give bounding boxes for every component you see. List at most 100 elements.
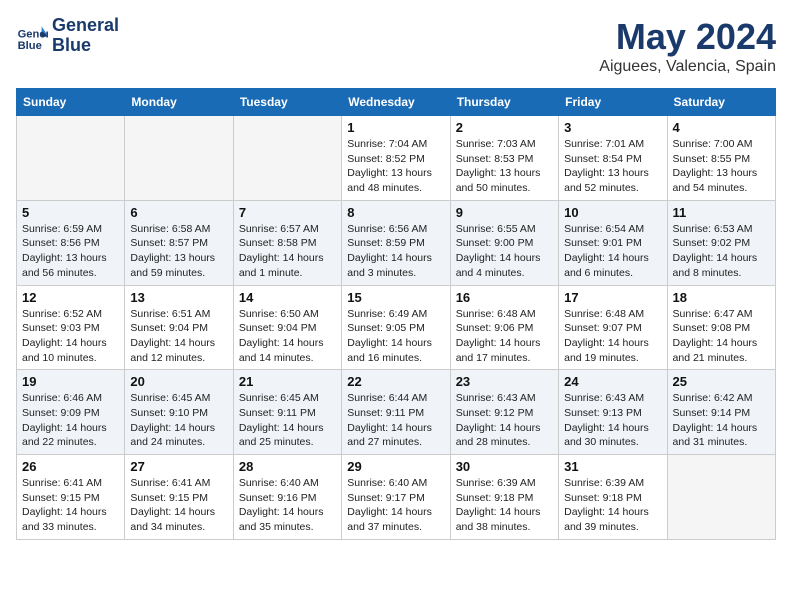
day-number: 19 [22,374,119,389]
day-info: Sunrise: 6:45 AMSunset: 9:11 PMDaylight:… [239,391,336,450]
table-row: 15 Sunrise: 6:49 AMSunset: 9:05 PMDayligh… [342,285,450,370]
day-number: 6 [130,205,227,220]
logo: General Blue General Blue [16,16,119,56]
calendar-header-row: Sunday Monday Tuesday Wednesday Thursday… [17,89,776,116]
svg-text:Blue: Blue [18,40,42,52]
title-block: May 2024 Aiguees, Valencia, Spain [599,16,776,76]
table-row: 5 Sunrise: 6:59 AMSunset: 8:56 PMDaylight… [17,200,125,285]
day-info: Sunrise: 6:43 AMSunset: 9:13 PMDaylight:… [564,391,661,450]
table-row [17,116,125,201]
col-friday: Friday [559,89,667,116]
calendar-week-row: 12 Sunrise: 6:52 AMSunset: 9:03 PMDayligh… [17,285,776,370]
day-info: Sunrise: 6:42 AMSunset: 9:14 PMDaylight:… [673,391,770,450]
day-number: 24 [564,374,661,389]
table-row: 24 Sunrise: 6:43 AMSunset: 9:13 PMDayligh… [559,370,667,455]
day-info: Sunrise: 6:56 AMSunset: 8:59 PMDaylight:… [347,222,444,281]
table-row: 21 Sunrise: 6:45 AMSunset: 9:11 PMDayligh… [233,370,341,455]
day-number: 5 [22,205,119,220]
day-number: 21 [239,374,336,389]
table-row: 19 Sunrise: 6:46 AMSunset: 9:09 PMDayligh… [17,370,125,455]
day-info: Sunrise: 7:00 AMSunset: 8:55 PMDaylight:… [673,137,770,196]
day-info: Sunrise: 6:57 AMSunset: 8:58 PMDaylight:… [239,222,336,281]
col-wednesday: Wednesday [342,89,450,116]
day-info: Sunrise: 6:48 AMSunset: 9:07 PMDaylight:… [564,307,661,366]
table-row: 11 Sunrise: 6:53 AMSunset: 9:02 PMDayligh… [667,200,775,285]
logo-text: General Blue [52,16,119,56]
table-row: 23 Sunrise: 6:43 AMSunset: 9:12 PMDayligh… [450,370,558,455]
day-info: Sunrise: 6:44 AMSunset: 9:11 PMDaylight:… [347,391,444,450]
table-row: 26Sunrise: 6:41 AMSunset: 9:15 PMDayligh… [17,455,125,540]
day-info: Sunrise: 6:49 AMSunset: 9:05 PMDaylight:… [347,307,444,366]
table-row: 31 Sunrise: 6:39 AMSunset: 9:18 PMDayligh… [559,455,667,540]
day-number: 25 [673,374,770,389]
day-number: 29 [347,459,444,474]
day-number: 27 [130,459,227,474]
day-info: Sunrise: 6:46 AMSunset: 9:09 PMDaylight:… [22,391,119,450]
table-row: 25 Sunrise: 6:42 AMSunset: 9:14 PMDayligh… [667,370,775,455]
col-saturday: Saturday [667,89,775,116]
table-row: 18 Sunrise: 6:47 AMSunset: 9:08 PMDayligh… [667,285,775,370]
day-number: 4 [673,120,770,135]
day-number: 9 [456,205,553,220]
day-number: 22 [347,374,444,389]
table-row: 10 Sunrise: 6:54 AMSunset: 9:01 PMDayligh… [559,200,667,285]
table-row: 4 Sunrise: 7:00 AMSunset: 8:55 PMDaylight… [667,116,775,201]
day-info: Sunrise: 6:43 AMSunset: 9:12 PMDaylight:… [456,391,553,450]
col-thursday: Thursday [450,89,558,116]
table-row [125,116,233,201]
calendar-week-row: 26 Sunrise: 6:41 AMSunset: 9:15 PMDayligh… [17,455,776,540]
day-info: Sunrise: 6:41 AMSunset: 9:15 PMDaylight:… [130,476,227,535]
table-row: 22 Sunrise: 6:44 AMSunset: 9:11 PMDayligh… [342,370,450,455]
calendar-week-row: 19 Sunrise: 6:46 AMSunset: 9:09 PMDayligh… [17,370,776,455]
day-info: Sunrise: 6:52 AMSunset: 9:03 PMDaylight:… [22,307,119,366]
day-number: 31 [564,459,661,474]
table-row: 20Sunrise: 6:45 AMSunset: 9:10 PMDayligh… [125,370,233,455]
table-row: 9 Sunrise: 6:55 AMSunset: 9:00 PMDaylight… [450,200,558,285]
day-number: 8 [347,205,444,220]
day-info: Sunrise: 7:03 AMSunset: 8:53 PMDaylight:… [456,137,553,196]
table-row: 6Sunrise: 6:58 AMSunset: 8:57 PMDaylight… [125,200,233,285]
logo-icon: General Blue [16,20,48,52]
location-title: Aiguees, Valencia, Spain [599,58,776,76]
day-number: 18 [673,290,770,305]
table-row: 30Sunrise: 6:39 AMSunset: 9:18 PMDayligh… [450,455,558,540]
month-title: May 2024 [599,16,776,58]
table-row [233,116,341,201]
day-info: Sunrise: 6:39 AMSunset: 9:18 PMDaylight:… [564,476,661,535]
day-info: Sunrise: 6:51 AMSunset: 9:04 PMDaylight:… [130,307,227,366]
col-tuesday: Tuesday [233,89,341,116]
day-number: 11 [673,205,770,220]
day-info: Sunrise: 7:04 AMSunset: 8:52 PMDaylight:… [347,137,444,196]
day-number: 20 [130,374,227,389]
table-row: 1Sunrise: 7:04 AMSunset: 8:52 PMDaylight… [342,116,450,201]
day-number: 13 [130,290,227,305]
table-row: 13 Sunrise: 6:51 AMSunset: 9:04 PMDayligh… [125,285,233,370]
col-sunday: Sunday [17,89,125,116]
day-info: Sunrise: 6:48 AMSunset: 9:06 PMDaylight:… [456,307,553,366]
table-row: 8 Sunrise: 6:56 AMSunset: 8:59 PMDaylight… [342,200,450,285]
day-info: Sunrise: 6:53 AMSunset: 9:02 PMDaylight:… [673,222,770,281]
table-row: 16Sunrise: 6:48 AMSunset: 9:06 PMDayligh… [450,285,558,370]
day-number: 7 [239,205,336,220]
day-number: 15 [347,290,444,305]
day-info: Sunrise: 6:59 AMSunset: 8:56 PMDaylight:… [22,222,119,281]
day-number: 26 [22,459,119,474]
day-info: Sunrise: 6:47 AMSunset: 9:08 PMDaylight:… [673,307,770,366]
day-info: Sunrise: 7:01 AMSunset: 8:54 PMDaylight:… [564,137,661,196]
table-row: 7 Sunrise: 6:57 AMSunset: 8:58 PMDaylight… [233,200,341,285]
day-number: 12 [22,290,119,305]
day-info: Sunrise: 6:40 AMSunset: 9:17 PMDaylight:… [347,476,444,535]
day-number: 10 [564,205,661,220]
col-monday: Monday [125,89,233,116]
day-info: Sunrise: 6:50 AMSunset: 9:04 PMDaylight:… [239,307,336,366]
table-row: 27 Sunrise: 6:41 AMSunset: 9:15 PMDayligh… [125,455,233,540]
day-number: 17 [564,290,661,305]
day-info: Sunrise: 6:54 AMSunset: 9:01 PMDaylight:… [564,222,661,281]
day-number: 23 [456,374,553,389]
day-info: Sunrise: 6:55 AMSunset: 9:00 PMDaylight:… [456,222,553,281]
day-info: Sunrise: 6:40 AMSunset: 9:16 PMDaylight:… [239,476,336,535]
table-row: 3Sunrise: 7:01 AMSunset: 8:54 PMDaylight… [559,116,667,201]
table-row: 17 Sunrise: 6:48 AMSunset: 9:07 PMDayligh… [559,285,667,370]
table-row: 14Sunrise: 6:50 AMSunset: 9:04 PMDayligh… [233,285,341,370]
table-row: 28Sunrise: 6:40 AMSunset: 9:16 PMDayligh… [233,455,341,540]
